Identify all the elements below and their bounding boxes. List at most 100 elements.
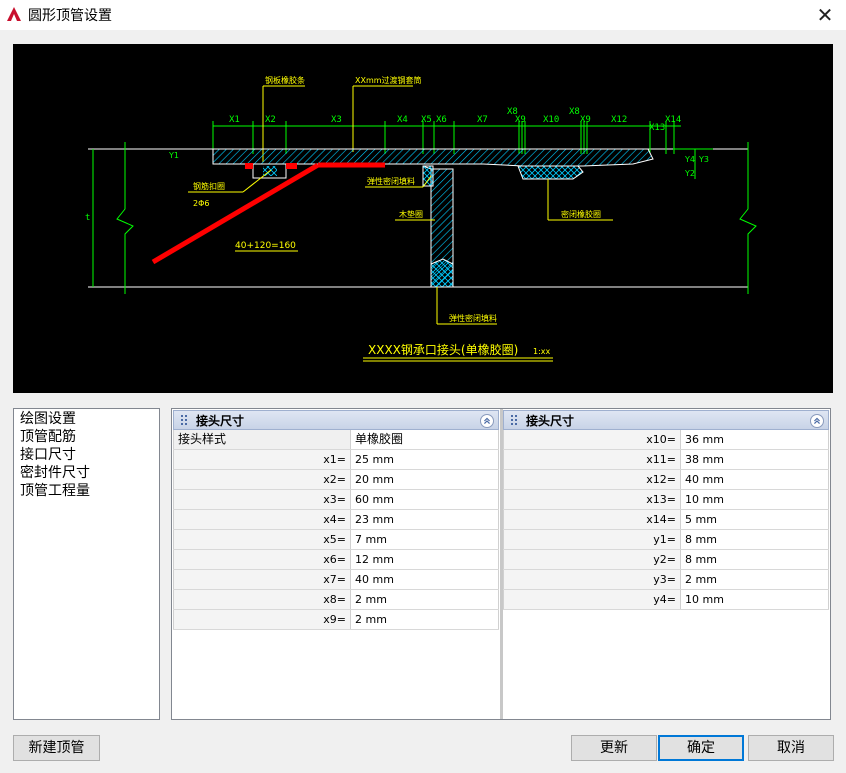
- joint-drawing: t X1 X2 X3 X4 X5 X6 X7 X8 X9 X10 X8 X9 X…: [85, 75, 757, 362]
- cancel-button[interactable]: 取消: [748, 735, 834, 761]
- row-value[interactable]: 23 mm: [351, 510, 499, 529]
- grid-row-x1[interactable]: x1= 25 mm: [173, 450, 499, 470]
- row-label: x10=: [503, 430, 681, 449]
- dim-x4: X4: [397, 115, 408, 125]
- row-value[interactable]: 38 mm: [681, 450, 829, 469]
- nav-item-seal-size[interactable]: 密封件尺寸: [20, 464, 159, 482]
- collapse-icon[interactable]: [480, 414, 494, 428]
- row-label: x6=: [173, 550, 351, 569]
- grid-row-y2[interactable]: y2= 8 mm: [503, 550, 829, 570]
- grid-row-x14[interactable]: x14= 5 mm: [503, 510, 829, 530]
- row-value[interactable]: 60 mm: [351, 490, 499, 509]
- title-bar: 圆形顶管设置 ✕: [0, 0, 846, 30]
- grid-row-x10[interactable]: x10= 36 mm: [503, 430, 829, 450]
- label-seal-filler: 弹性密闭填料: [367, 176, 415, 186]
- grid-row-x6[interactable]: x6= 12 mm: [173, 550, 499, 570]
- nav-item-pipe-reinforcement[interactable]: 顶管配筋: [20, 428, 159, 446]
- row-label: x8=: [173, 590, 351, 609]
- y1-label: Y1: [168, 151, 179, 160]
- dim-x7: X7: [477, 115, 488, 125]
- row-label: 接头样式: [173, 430, 351, 449]
- grid-row-x11[interactable]: x11= 38 mm: [503, 450, 829, 470]
- dim-x5: X5: [421, 115, 432, 125]
- joint-size-panel-left: 接头尺寸 接头样式 单橡胶圈 x1= 25 mm x2= 20 mm x3= 6…: [173, 410, 499, 630]
- drawing-caption: XXXX钢承口接头(单橡胶圈): [368, 342, 518, 357]
- grid-row-x2[interactable]: x2= 20 mm: [173, 470, 499, 490]
- y2-label: Y2: [684, 169, 695, 178]
- row-label: x11=: [503, 450, 681, 469]
- grid-row-x13[interactable]: x13= 10 mm: [503, 490, 829, 510]
- panel-header-left[interactable]: 接头尺寸: [173, 410, 499, 430]
- dim-x14: X14: [665, 115, 681, 125]
- close-button[interactable]: ✕: [814, 4, 836, 26]
- row-value[interactable]: 10 mm: [681, 490, 829, 509]
- dim-x2: X2: [265, 115, 276, 125]
- grid-row-y3[interactable]: y3= 2 mm: [503, 570, 829, 590]
- t-label: t: [85, 213, 90, 223]
- grid-row-x4[interactable]: x4= 23 mm: [173, 510, 499, 530]
- app-logo-icon: [7, 7, 21, 21]
- dim-x13: X13: [649, 123, 665, 133]
- grid-row-x8[interactable]: x8= 2 mm: [173, 590, 499, 610]
- row-value[interactable]: 40 mm: [681, 470, 829, 489]
- ok-button[interactable]: 确定: [658, 735, 744, 761]
- dim-x3: X3: [331, 115, 342, 125]
- nav-item-joint-size[interactable]: 接口尺寸: [20, 446, 159, 464]
- panel-header-right[interactable]: 接头尺寸: [503, 410, 829, 430]
- row-label: x3=: [173, 490, 351, 509]
- row-label: x5=: [173, 530, 351, 549]
- grid-row-x3[interactable]: x3= 60 mm: [173, 490, 499, 510]
- row-value[interactable]: 2 mm: [351, 590, 499, 609]
- row-value[interactable]: 7 mm: [351, 530, 499, 549]
- dim-x9-2: X9: [580, 115, 591, 125]
- row-value[interactable]: 10 mm: [681, 590, 829, 609]
- row-value[interactable]: 20 mm: [351, 470, 499, 489]
- joint-size-panel-right: 接头尺寸 x10= 36 mm x11= 38 mm x12= 40 mm x1…: [503, 410, 829, 610]
- grid-row-x5[interactable]: x5= 7 mm: [173, 530, 499, 550]
- row-value[interactable]: 8 mm: [681, 530, 829, 549]
- row-label: x1=: [173, 450, 351, 469]
- dim-x12: X12: [611, 115, 627, 125]
- label-seal-filler-bottom: 弹性密闭填料: [449, 313, 497, 323]
- grip-icon: [511, 415, 517, 425]
- row-value[interactable]: 25 mm: [351, 450, 499, 469]
- new-pipe-button[interactable]: 新建顶管: [13, 735, 100, 761]
- panel-title-right: 接头尺寸: [526, 413, 575, 428]
- row-value[interactable]: 12 mm: [351, 550, 499, 569]
- label-steel-ring-bottom: 钢筋扣圈: [193, 181, 225, 191]
- grip-icon: [181, 415, 187, 425]
- grid-row-joint-style[interactable]: 接头样式 单橡胶圈: [173, 430, 499, 450]
- panel-title-left: 接头尺寸: [196, 413, 245, 428]
- grid-row-x7[interactable]: x7= 40 mm: [173, 570, 499, 590]
- row-value[interactable]: 单橡胶圈: [351, 430, 499, 449]
- row-value[interactable]: 36 mm: [681, 430, 829, 449]
- nav-item-drawing-settings[interactable]: 绘图设置: [20, 410, 159, 428]
- property-grid-area: 接头尺寸 接头样式 单橡胶圈 x1= 25 mm x2= 20 mm x3= 6…: [171, 408, 831, 720]
- window-title: 圆形顶管设置: [28, 8, 112, 24]
- grid-row-y1[interactable]: y1= 8 mm: [503, 530, 829, 550]
- grid-row-y4[interactable]: y4= 10 mm: [503, 590, 829, 610]
- nav-item-pipe-quantity[interactable]: 顶管工程量: [20, 482, 159, 500]
- update-button[interactable]: 更新: [571, 735, 657, 761]
- dim-x6: X6: [436, 115, 447, 125]
- row-label: x14=: [503, 510, 681, 529]
- label-rubber-strip: 钢板橡胶条: [265, 75, 305, 85]
- row-label: y2=: [503, 550, 681, 569]
- row-label: x2=: [173, 470, 351, 489]
- row-value[interactable]: 2 mm: [681, 570, 829, 589]
- row-value[interactable]: 8 mm: [681, 550, 829, 569]
- y3-label: Y3: [698, 155, 709, 164]
- row-value[interactable]: 2 mm: [351, 610, 499, 629]
- grid-row-x9[interactable]: x9= 2 mm: [173, 610, 499, 630]
- label-rebar: 2Φ6: [193, 199, 209, 208]
- row-label: y4=: [503, 590, 681, 609]
- collapse-icon[interactable]: [810, 414, 824, 428]
- label-calc: 40+120=160: [235, 241, 296, 251]
- dim-x8-2: X8: [569, 107, 580, 117]
- y4-label: Y4: [684, 155, 695, 164]
- row-value[interactable]: 40 mm: [351, 570, 499, 589]
- row-value[interactable]: 5 mm: [681, 510, 829, 529]
- grid-row-x12[interactable]: x12= 40 mm: [503, 470, 829, 490]
- drawing-scale: 1:xx: [533, 347, 551, 356]
- label-wood-pad: 木垫圈: [399, 209, 423, 219]
